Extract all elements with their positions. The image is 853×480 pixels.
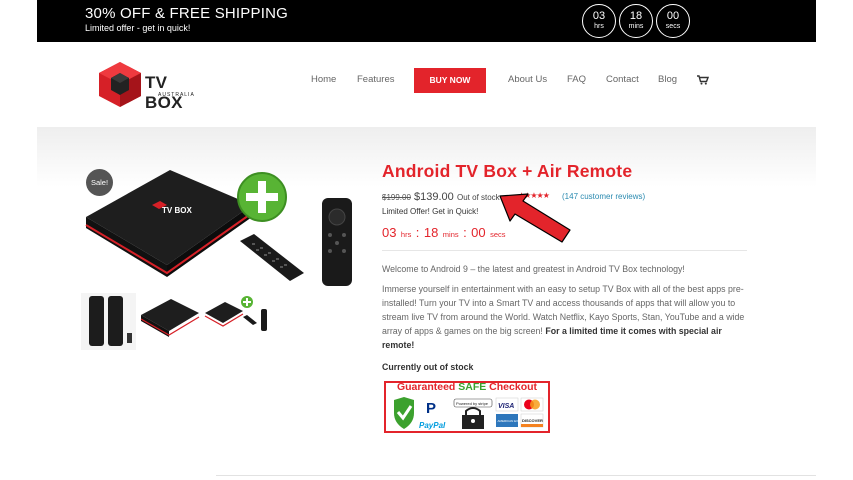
svg-text:Powered by stripe: Powered by stripe (456, 401, 489, 406)
nav-contact[interactable]: Contact (606, 74, 639, 85)
promo-timer-minutes: 18 mins (619, 4, 653, 38)
svg-text:P: P (426, 400, 436, 417)
product-description: Immerse yourself in entertainment with a… (382, 282, 746, 352)
countdown-hours: 03 (382, 225, 397, 240)
section-divider (382, 250, 747, 251)
cart-icon[interactable] (697, 75, 709, 85)
safe-checkout-title: Guaranteed SAFE Checkout (396, 381, 538, 393)
countdown-minutes: 18 (423, 225, 439, 240)
logo-cube-icon (99, 62, 141, 107)
sale-badge: Sale! (86, 169, 113, 196)
svg-text:TV BOX: TV BOX (162, 206, 192, 215)
thumbnail-remotes[interactable] (81, 293, 136, 350)
thumbnail-bundle[interactable] (203, 293, 271, 350)
svg-text:DISCOVER: DISCOVER (522, 418, 543, 423)
annotation-arrow-icon (499, 193, 571, 243)
current-price: $139.00 (414, 191, 454, 203)
nav-blog[interactable]: Blog (658, 74, 677, 85)
safe-checkout-badge: Guaranteed SAFE Checkout P PayPal Powere… (384, 381, 550, 433)
product-title: Android TV Box + Air Remote (382, 161, 633, 181)
stock-note: Currently out of stock (382, 362, 474, 372)
svg-text:PayPal: PayPal (419, 421, 446, 430)
nav-faq[interactable]: FAQ (567, 74, 586, 85)
nav-features[interactable]: Features (357, 74, 395, 85)
shield-check-icon (394, 397, 414, 429)
logo-subtext: AUSTRALIA (158, 92, 195, 98)
nav-about-us[interactable]: About Us (508, 74, 547, 85)
limited-offer-text: Limited Offer! Get in Quick! (382, 207, 479, 216)
footer-divider (216, 475, 816, 476)
payment-cards-icon: VISA AMERICAN EXPRESS DISCOVER (495, 397, 544, 428)
paypal-icon: P PayPal (419, 400, 446, 430)
customer-reviews-link[interactable]: (147 customer reviews) (562, 192, 645, 201)
stock-status: Out of stock (457, 193, 500, 202)
product-countdown: 03 hrs : 18 mins : 00 secs (382, 224, 506, 242)
countdown-hours-label: hrs (400, 230, 412, 239)
promo-timer-hours: 03 hrs (582, 4, 616, 38)
buy-now-button[interactable]: BUY NOW (414, 68, 486, 93)
site-logo[interactable]: TV BOX AUSTRALIA (97, 60, 209, 112)
stripe-lock-icon: Powered by stripe (453, 398, 493, 429)
svg-text:VISA: VISA (498, 403, 514, 410)
promo-timer-seconds: 00 secs (656, 4, 690, 38)
product-intro: Welcome to Android 9 – the latest and gr… (382, 264, 685, 274)
promo-bar: 30% OFF & FREE SHIPPING Limited offer - … (37, 0, 816, 42)
thumbnail-box[interactable] (139, 293, 201, 350)
promo-subtitle: Limited offer - get in quick! (85, 23, 191, 33)
old-price: $199.00 (382, 193, 411, 202)
countdown-separator: : (415, 225, 420, 240)
product-main-image[interactable]: TV BOX (82, 165, 372, 290)
promo-title: 30% OFF & FREE SHIPPING (85, 5, 288, 22)
countdown-seconds: 00 (471, 225, 486, 240)
countdown-minutes-label: mins (442, 230, 459, 239)
countdown-separator: : (463, 225, 467, 240)
nav-home[interactable]: Home (311, 74, 336, 85)
